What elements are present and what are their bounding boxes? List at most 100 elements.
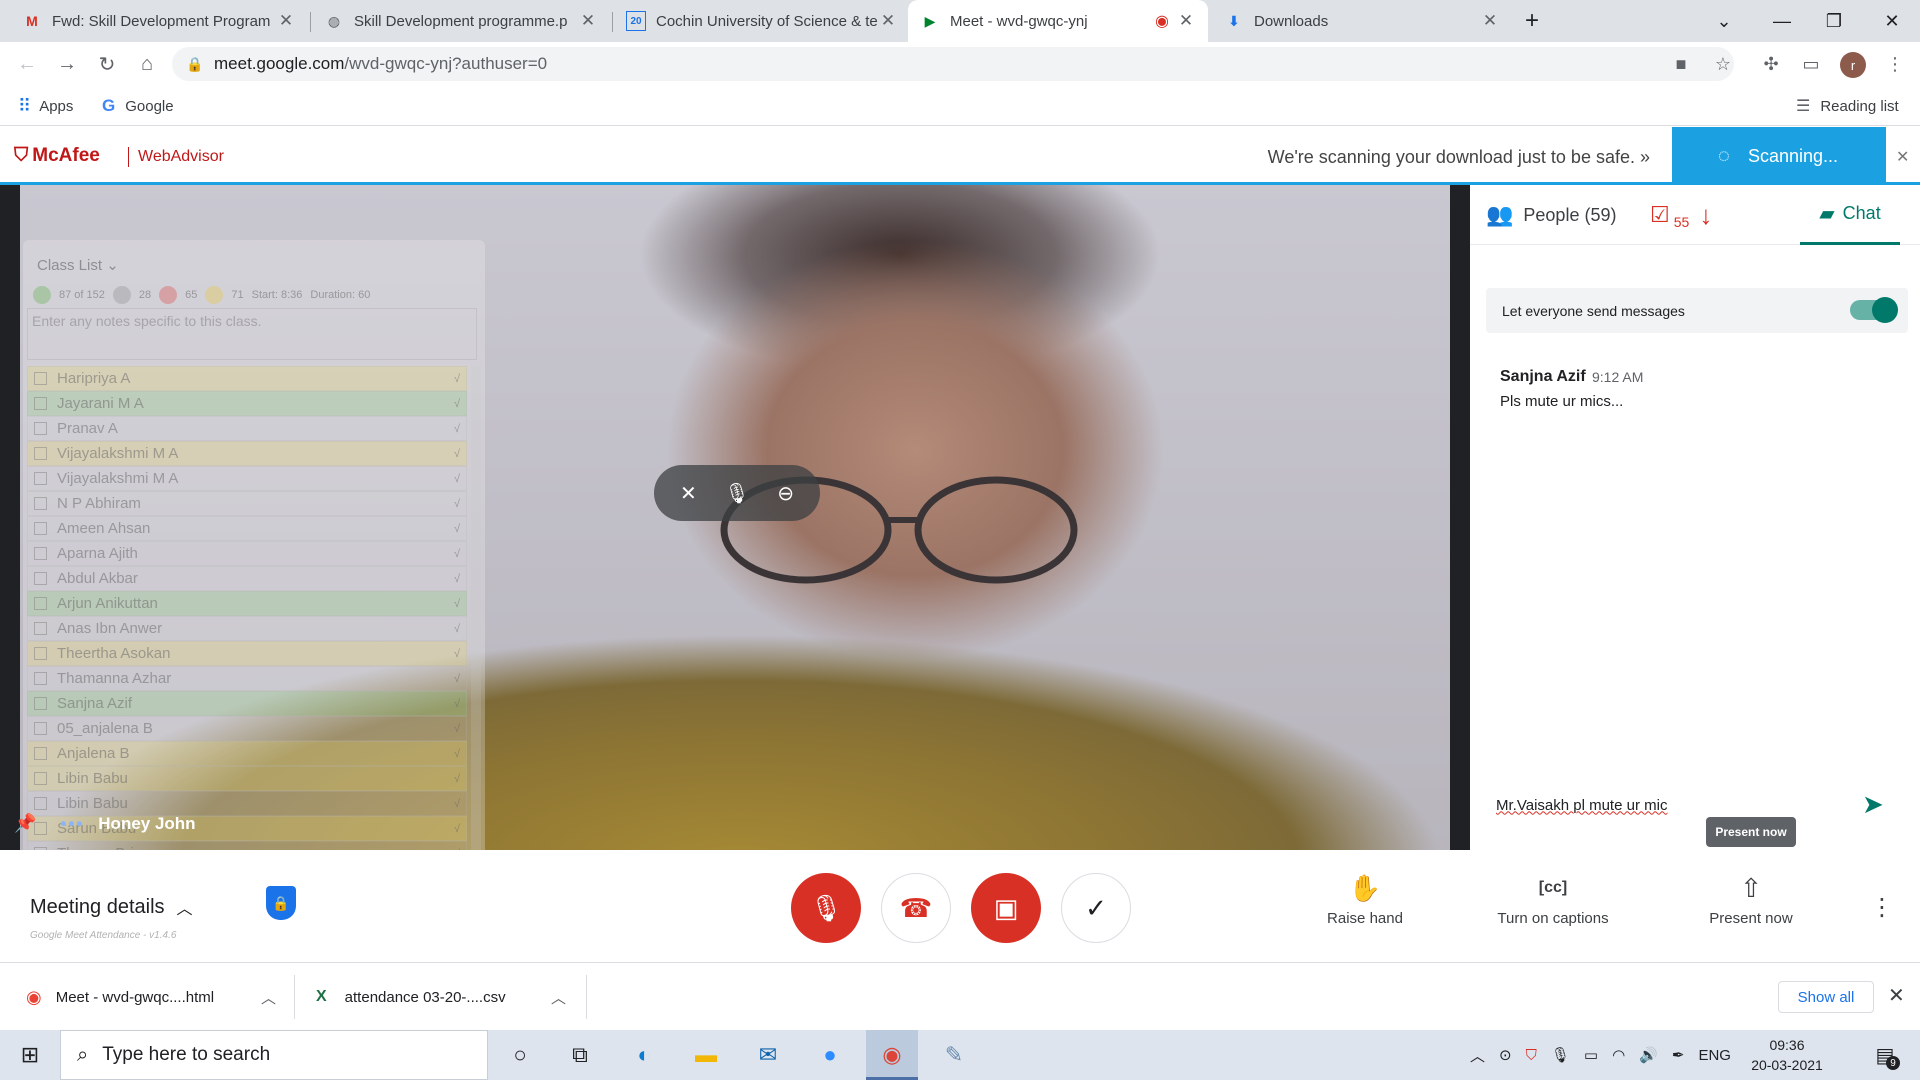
notifications-icon[interactable]: ▤ 9 [1860,1030,1910,1080]
camera-off-button[interactable]: ▣ [971,873,1041,943]
wifi-icon[interactable]: ◠ [1612,1046,1625,1064]
pin-icon[interactable]: 📌 [14,813,36,834]
student-row[interactable]: Jayarani M A √ [27,391,467,416]
raise-hand-button[interactable]: ✋ Raise hand [1290,870,1440,928]
student-checkbox[interactable] [34,672,47,685]
send-icon[interactable]: ➤ [1862,789,1884,820]
restore-button[interactable]: ❐ [1806,0,1862,42]
host-controls-shield-icon[interactable]: 🔒 [266,886,296,920]
tab-people[interactable]: 👥 People (59) [1486,185,1616,245]
meeting-details-button[interactable]: Meeting details ︿ [30,895,193,919]
close-window-button[interactable]: ✕ [1864,0,1920,42]
student-checkbox[interactable] [34,447,47,460]
student-checkbox[interactable] [34,522,47,535]
task-view-icon[interactable]: ⧉ [556,1030,604,1080]
profile-avatar[interactable]: r [1840,52,1866,78]
home-button[interactable]: ⌂ [132,49,162,79]
student-checkbox[interactable] [34,697,47,710]
student-checkbox[interactable] [34,547,47,560]
student-checkbox[interactable] [34,472,47,485]
tab-cochin-university[interactable]: 20 Cochin University of Science & te ✕ [614,0,910,42]
extensions-icon[interactable]: ✣ [1756,49,1786,79]
class-notes-field[interactable]: Enter any notes specific to this class. [27,308,477,360]
tab-gmail[interactable]: M Fwd: Skill Development Program ✕ [10,0,308,42]
close-icon[interactable]: ✕ [1480,11,1500,31]
language-indicator[interactable]: ENG [1698,1047,1731,1064]
student-row[interactable]: Anas Ibn Anwer √ [27,616,467,641]
class-list-dropdown[interactable]: Class List ⌄ [37,256,119,274]
bookmark-star-icon[interactable]: ☆ [1708,49,1738,79]
pin-off-icon[interactable]: ✕ [671,476,705,510]
show-all-downloads-button[interactable]: Show all [1778,981,1874,1013]
pen-icon[interactable]: ✒ [1672,1046,1685,1064]
student-row[interactable]: N P Abhiram √ [27,491,467,516]
student-row[interactable]: Sanjna Azif √ [27,691,467,716]
tab-chat[interactable]: ▰ Chat [1800,185,1900,245]
edge-icon[interactable]: ◐ [618,1030,670,1080]
close-icon[interactable]: ✕ [1888,983,1905,1008]
student-row[interactable]: Thomas Brian √ [27,841,467,850]
download-item[interactable]: X attendance 03-20-....csv ︿ [316,963,566,1031]
student-checkbox[interactable] [34,772,47,785]
mcafee-tray-icon[interactable]: ⛉ [1526,1047,1537,1064]
camera-icon[interactable]: ■ [1666,49,1696,79]
remove-icon[interactable]: ⊖ [769,476,803,510]
webcam-icon[interactable]: ⊙ [1499,1046,1512,1064]
student-checkbox[interactable] [34,397,47,410]
student-row[interactable]: Vijayalakshmi M A √ [27,466,467,491]
forward-button[interactable]: → [52,49,82,79]
bookmark-google[interactable]: G Google [102,86,174,126]
attendance-button[interactable]: ☑ 55 ↓ [1650,185,1712,245]
student-row[interactable]: 05_anjalena B √ [27,716,467,741]
student-checkbox[interactable] [34,647,47,660]
paint-icon[interactable]: ✎ [928,1030,980,1080]
student-checkbox[interactable] [34,797,47,810]
more-options-icon[interactable]: ⋮ [1870,893,1894,922]
student-checkbox[interactable] [34,722,47,735]
close-icon[interactable]: ✕ [1176,11,1196,31]
student-row[interactable]: Abdul Akbar √ [27,566,467,591]
student-row[interactable]: Arjun Anikuttan √ [27,591,467,616]
mail-icon[interactable]: ✉ [742,1030,794,1080]
chevron-up-icon[interactable]: ︿ [261,987,276,1008]
student-checkbox[interactable] [34,622,47,635]
student-checkbox[interactable] [34,572,47,585]
student-checkbox[interactable] [34,847,47,850]
mcafee-message[interactable]: We're scanning your download just to be … [1180,147,1650,168]
new-tab-button[interactable]: + [1504,0,1560,42]
reload-button[interactable]: ↻ [92,49,122,79]
student-row[interactable]: Aparna Ajith √ [27,541,467,566]
close-icon[interactable]: ✕ [1896,147,1909,167]
chevron-up-icon[interactable]: ︿ [1470,1045,1485,1066]
student-list-scrollbar[interactable] [471,366,481,850]
student-checkbox[interactable] [34,747,47,760]
captions-button[interactable]: [cc] Turn on captions [1478,870,1628,927]
tab-skill-development[interactable]: ◍ Skill Development programme.p ✕ [312,0,610,42]
send-messages-toggle[interactable] [1850,297,1898,323]
close-icon[interactable]: ✕ [878,11,898,31]
student-row[interactable]: Thamanna Azhar √ [27,666,467,691]
battery-icon[interactable]: ▭ [1584,1046,1598,1064]
chrome-taskbar-icon[interactable]: ◉ [866,1030,918,1080]
student-row[interactable]: Anjalena B √ [27,741,467,766]
cortana-icon[interactable]: ○ [496,1030,544,1080]
chevron-up-icon[interactable]: ︿ [551,987,566,1008]
student-row[interactable]: Haripriya A √ [27,366,467,391]
address-bar[interactable]: 🔒 meet.google.com/wvd-gwqc-ynj?authuser=… [172,47,1734,81]
volume-icon[interactable]: 🔊 [1639,1046,1658,1064]
bookmark-apps[interactable]: ⠿ Apps [18,86,73,126]
main-video-tile[interactable]: ✕ 🎙 ⊖ Class List ⌄ 87 of 152 28 65 71 St… [0,185,1470,850]
tab-downloads[interactable]: ⬇ Downloads ✕ [1212,0,1512,42]
reading-list-button[interactable]: ☰ Reading list [1796,86,1899,126]
download-item[interactable]: ◉ Meet - wvd-gwqc....html ︿ [26,963,276,1031]
tab-search-button[interactable]: ⌄ [1696,0,1752,42]
student-checkbox[interactable] [34,497,47,510]
present-now-button[interactable]: ⇧ Present now [1676,870,1826,928]
taskbar-search[interactable]: ⌕ Type here to search [60,1030,488,1080]
taskbar-clock[interactable]: 09:36 20-03-2021 [1738,1035,1836,1075]
close-icon[interactable]: ✕ [578,11,598,31]
close-icon[interactable]: ✕ [276,11,296,31]
mic-off-button[interactable]: 🎙 [791,873,861,943]
student-checkbox[interactable] [34,597,47,610]
microphone-icon[interactable]: 🎙 [720,476,754,510]
